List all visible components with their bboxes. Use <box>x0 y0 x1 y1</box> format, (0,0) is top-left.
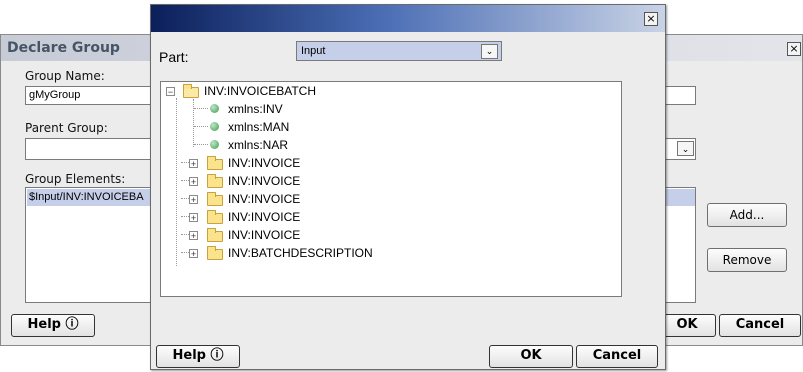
tree-node-label: INV:INVOICE <box>228 156 301 170</box>
chevron-down-icon[interactable]: ⌄ <box>481 44 498 59</box>
collapse-icon[interactable]: − <box>166 87 175 97</box>
expand-icon[interactable]: + <box>189 159 198 169</box>
expand-icon[interactable]: + <box>189 213 198 223</box>
tree-node-label: INV:BATCHDESCRIPTION <box>228 246 373 260</box>
folder-icon <box>207 192 223 206</box>
tree-line <box>181 234 189 235</box>
tree-line <box>181 252 189 253</box>
front-ok-button[interactable]: OK <box>489 345 573 368</box>
back-ok-button[interactable]: OK <box>658 314 716 337</box>
expand-icon[interactable]: + <box>189 177 198 187</box>
front-help-button[interactable]: Help ⓘ <box>156 345 240 368</box>
part-select[interactable]: Input ⌄ <box>296 41 502 61</box>
tree-node-label: INV:INVOICE <box>228 210 301 224</box>
group-name-field-end[interactable] <box>665 86 696 105</box>
tree-line <box>176 98 177 266</box>
folder-icon <box>207 174 223 188</box>
tree-node-label: INV:INVOICE <box>228 228 301 242</box>
back-cancel-button[interactable]: Cancel <box>719 314 801 337</box>
tree-node-label: xmlns:MAN <box>228 120 290 134</box>
front-cancel-button[interactable]: Cancel <box>576 345 658 368</box>
select-element-dialog: × Part: Input ⌄ − INV:INVOICEBATCH xmlns… <box>150 4 666 370</box>
front-close-icon[interactable]: × <box>644 12 658 26</box>
list-item[interactable]: $Input/INV:INVOICEBA <box>27 189 151 206</box>
group-name-label: Group Name: <box>25 69 105 83</box>
folder-icon <box>207 210 223 224</box>
add-button[interactable]: Add... <box>707 203 787 227</box>
parent-group-label: Parent Group: <box>25 121 108 135</box>
folder-icon <box>207 156 223 170</box>
element-tree[interactable]: − INV:INVOICEBATCH xmlns:INV xmlns:MAN x… <box>160 81 622 297</box>
tree-line <box>181 162 189 163</box>
part-select-value: Input <box>301 45 326 57</box>
tree-node-label: xmlns:INV <box>228 102 283 116</box>
tree-line <box>194 108 208 109</box>
expand-icon[interactable]: + <box>189 195 198 205</box>
tree-line <box>181 198 189 199</box>
front-title-bar <box>151 5 665 32</box>
expand-icon[interactable]: + <box>189 249 198 259</box>
attribute-icon <box>210 104 219 113</box>
part-label: Part: <box>159 49 189 65</box>
group-elements-list[interactable]: $Input/INV:INVOICEBA <box>25 187 151 303</box>
tree-line <box>194 126 208 127</box>
group-elements-list-end[interactable] <box>665 187 696 303</box>
tree-node-label: INV:INVOICEBATCH <box>204 84 317 98</box>
tree-line <box>194 144 208 145</box>
folder-icon <box>207 228 223 242</box>
back-help-button[interactable]: Help ⓘ <box>11 314 95 337</box>
attribute-icon <box>210 140 219 149</box>
tree-line <box>193 99 194 147</box>
open-folder-icon <box>183 84 199 98</box>
tree-line <box>181 180 189 181</box>
remove-button[interactable]: Remove <box>707 248 787 272</box>
parent-group-field[interactable] <box>25 138 151 160</box>
attribute-icon <box>210 122 219 131</box>
tree-node-label: INV:INVOICE <box>228 192 301 206</box>
tree-node-label: INV:INVOICE <box>228 174 301 188</box>
list-item-selection <box>666 189 695 206</box>
tree-line <box>181 216 189 217</box>
expand-icon[interactable]: + <box>189 231 198 241</box>
chevron-down-icon[interactable]: ⌄ <box>677 141 694 156</box>
back-close-icon[interactable]: × <box>787 42 801 56</box>
folder-icon <box>207 246 223 260</box>
group-name-field[interactable]: gMyGroup <box>25 86 151 105</box>
parent-group-field-end[interactable]: ⌄ <box>665 138 696 160</box>
group-elements-label: Group Elements: <box>25 172 126 186</box>
tree-node-label: xmlns:NAR <box>228 138 289 152</box>
